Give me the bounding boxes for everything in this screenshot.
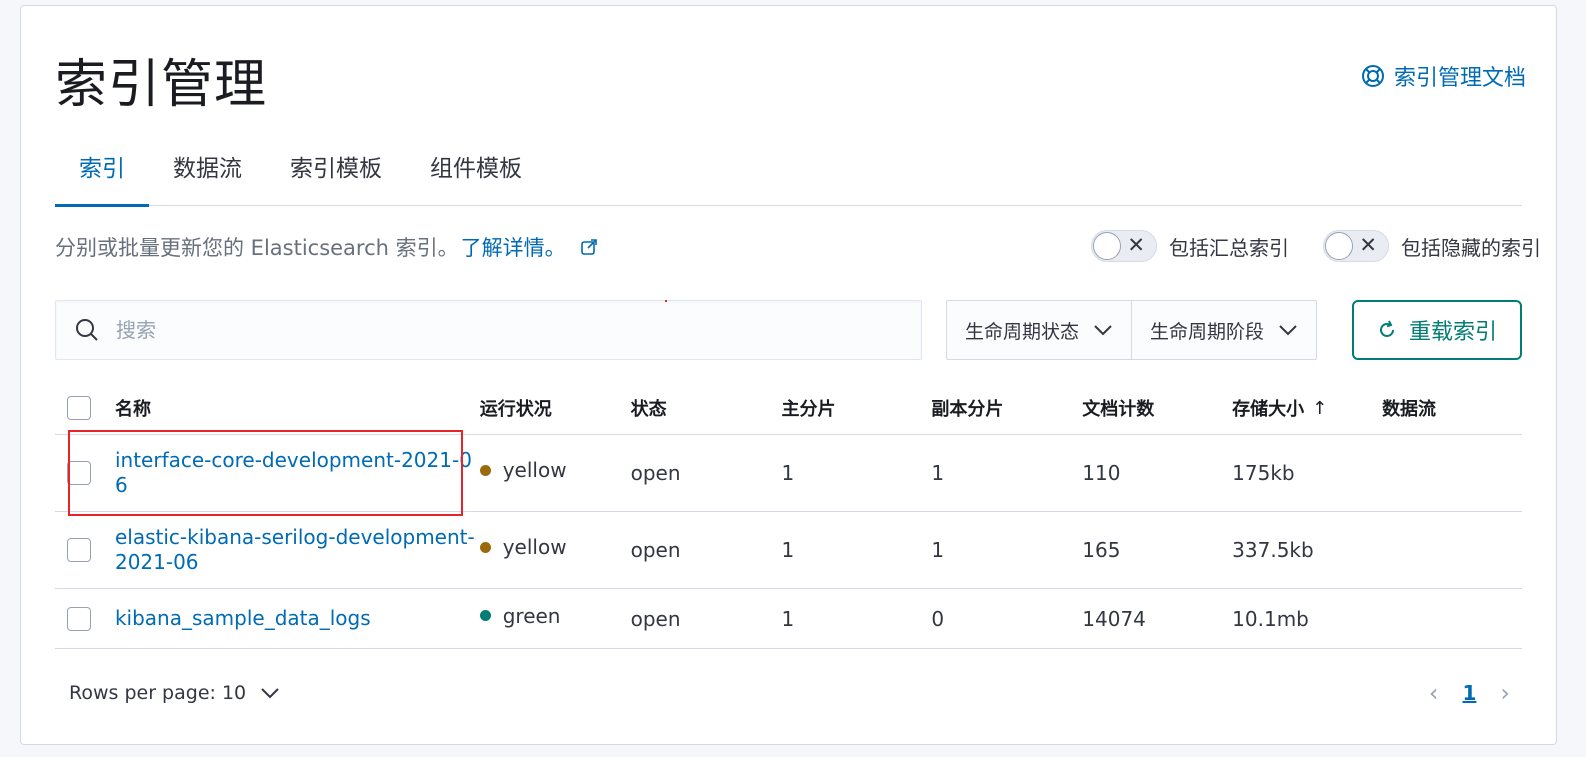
reload-label: 重载索引	[1408, 320, 1497, 345]
storage-size-label: 存储大小	[1232, 399, 1305, 420]
rollup-label: 包括汇总索引	[1169, 235, 1289, 260]
index-name-link[interactable]: elastic-kibana-serilog-development-2021-…	[115, 525, 480, 575]
column-header-name[interactable]: 名称	[115, 395, 480, 421]
primary-cell: 1	[781, 461, 795, 485]
annotation-highlight-box	[68, 430, 463, 516]
docs-count-cell: 165	[1082, 538, 1121, 562]
health-indicator: yellow	[479, 535, 631, 559]
docs-count-cell: 14074	[1082, 606, 1146, 631]
replica-cell: 1	[931, 538, 945, 562]
status-cell: open	[630, 461, 681, 485]
health-dot-icon	[479, 610, 491, 621]
lifecycle-phase-label: 生命周期阶段	[1149, 320, 1264, 343]
chevron-down-icon	[1094, 325, 1112, 336]
lifecycle-status-filter[interactable]: 生命周期状态	[947, 301, 1131, 359]
storage-size-cell: 10.1mb	[1232, 606, 1309, 631]
column-header-health[interactable]: 运行状况	[480, 395, 631, 421]
learn-more-link[interactable]: 了解详情。	[461, 232, 566, 262]
cross-icon: ✕	[1127, 233, 1145, 257]
status-cell: open	[630, 606, 681, 631]
health-text: green	[502, 603, 561, 628]
lifecycle-filter-group: 生命周期状态 生命周期阶段	[946, 300, 1317, 360]
pager: ‹ 1 ›	[1429, 679, 1522, 707]
docs-link-label: 索引管理文档	[1393, 66, 1526, 91]
annotation-dot	[665, 300, 667, 302]
select-all-checkbox[interactable]	[67, 396, 91, 420]
tab-indices[interactable]: 索引	[55, 140, 149, 207]
column-header-data-stream[interactable]: 数据流	[1382, 395, 1522, 421]
table-row: kibana_sample_data_logs green open 1 0 1…	[55, 589, 1522, 649]
table-row: elastic-kibana-serilog-development-2021-…	[55, 512, 1522, 589]
health-indicator: green	[479, 603, 631, 628]
replica-cell: 0	[931, 606, 945, 631]
page-description: 分别或批量更新您的 Elasticsearch 索引。 了解详情。	[55, 232, 598, 262]
tab-index-templates[interactable]: 索引模板	[266, 140, 406, 206]
replica-cell: 1	[931, 461, 945, 485]
health-dot-icon	[479, 464, 491, 476]
column-header-replica[interactable]: 副本分片	[931, 395, 1082, 421]
health-dot-icon	[479, 541, 491, 553]
health-text: yellow	[502, 535, 567, 559]
tab-data-streams[interactable]: 数据流	[149, 140, 266, 206]
description-text: 分别或批量更新您的 Elasticsearch 索引。	[55, 236, 459, 260]
search-field[interactable]	[55, 300, 922, 360]
storage-size-cell: 175kb	[1232, 461, 1295, 485]
sort-ascending-icon: ↑	[1312, 397, 1328, 419]
cross-icon: ✕	[1359, 233, 1377, 257]
row-checkbox[interactable]	[67, 606, 91, 631]
column-header-status[interactable]: 状态	[631, 395, 782, 421]
page-number[interactable]: 1	[1462, 681, 1476, 705]
refresh-icon	[1380, 320, 1394, 337]
storage-size-cell: 337.5kb	[1232, 538, 1314, 562]
health-indicator: yellow	[479, 458, 631, 482]
column-header-primary[interactable]: 主分片	[782, 395, 932, 421]
search-icon	[76, 319, 98, 341]
tab-component-templates[interactable]: 组件模板	[406, 140, 546, 206]
chevron-down-icon	[261, 687, 279, 698]
next-page-icon[interactable]: ›	[1500, 679, 1510, 707]
lifecycle-status-label: 生命周期状态	[964, 320, 1079, 343]
table-pagination: Rows per page: 10 ‹ 1 ›	[55, 665, 1522, 720]
include-rollup-toggle[interactable]: ✕ 包括汇总索引	[1091, 230, 1289, 262]
index-name-link[interactable]: kibana_sample_data_logs	[115, 606, 480, 631]
primary-cell: 1	[781, 538, 795, 562]
rows-per-page-selector[interactable]: Rows per page: 10	[55, 682, 280, 704]
rows-per-page-label: Rows per page: 10	[69, 681, 247, 704]
help-lifebuoy-icon	[1361, 65, 1384, 87]
switch-knob	[1325, 232, 1353, 260]
status-cell: open	[630, 538, 681, 562]
page-title: 索引管理	[55, 55, 268, 115]
external-link-icon	[580, 239, 597, 255]
column-header-storage-size[interactable]: 存储大小 ↑	[1232, 395, 1382, 421]
docs-count-cell: 110	[1082, 461, 1121, 485]
docs-link[interactable]: 索引管理文档	[1360, 60, 1526, 92]
rollup-switch[interactable]: ✕	[1091, 230, 1157, 262]
column-header-docs-count[interactable]: 文档计数	[1082, 395, 1232, 421]
health-text: yellow	[502, 458, 567, 482]
row-checkbox[interactable]	[67, 538, 91, 562]
primary-cell: 1	[781, 606, 795, 631]
table-header: 名称 运行状况 状态 主分片 副本分片 文档计数 存储大小 ↑ 数据流	[55, 382, 1522, 435]
previous-page-icon[interactable]: ‹	[1429, 679, 1439, 707]
lifecycle-phase-filter[interactable]: 生命周期阶段	[1131, 301, 1316, 359]
chevron-down-icon	[1279, 325, 1297, 336]
include-hidden-toggle[interactable]: ✕ 包括隐藏的索引	[1323, 230, 1541, 262]
hidden-switch[interactable]: ✕	[1323, 230, 1389, 262]
hidden-label: 包括隐藏的索引	[1401, 235, 1541, 260]
switch-knob	[1093, 232, 1121, 260]
toggle-group: ✕ 包括汇总索引 ✕ 包括隐藏的索引	[1091, 230, 1541, 262]
reload-indices-button[interactable]: 重载索引	[1352, 300, 1522, 360]
search-input[interactable]	[116, 318, 896, 342]
tab-bar: 索引 数据流 索引模板 组件模板	[55, 140, 1522, 207]
